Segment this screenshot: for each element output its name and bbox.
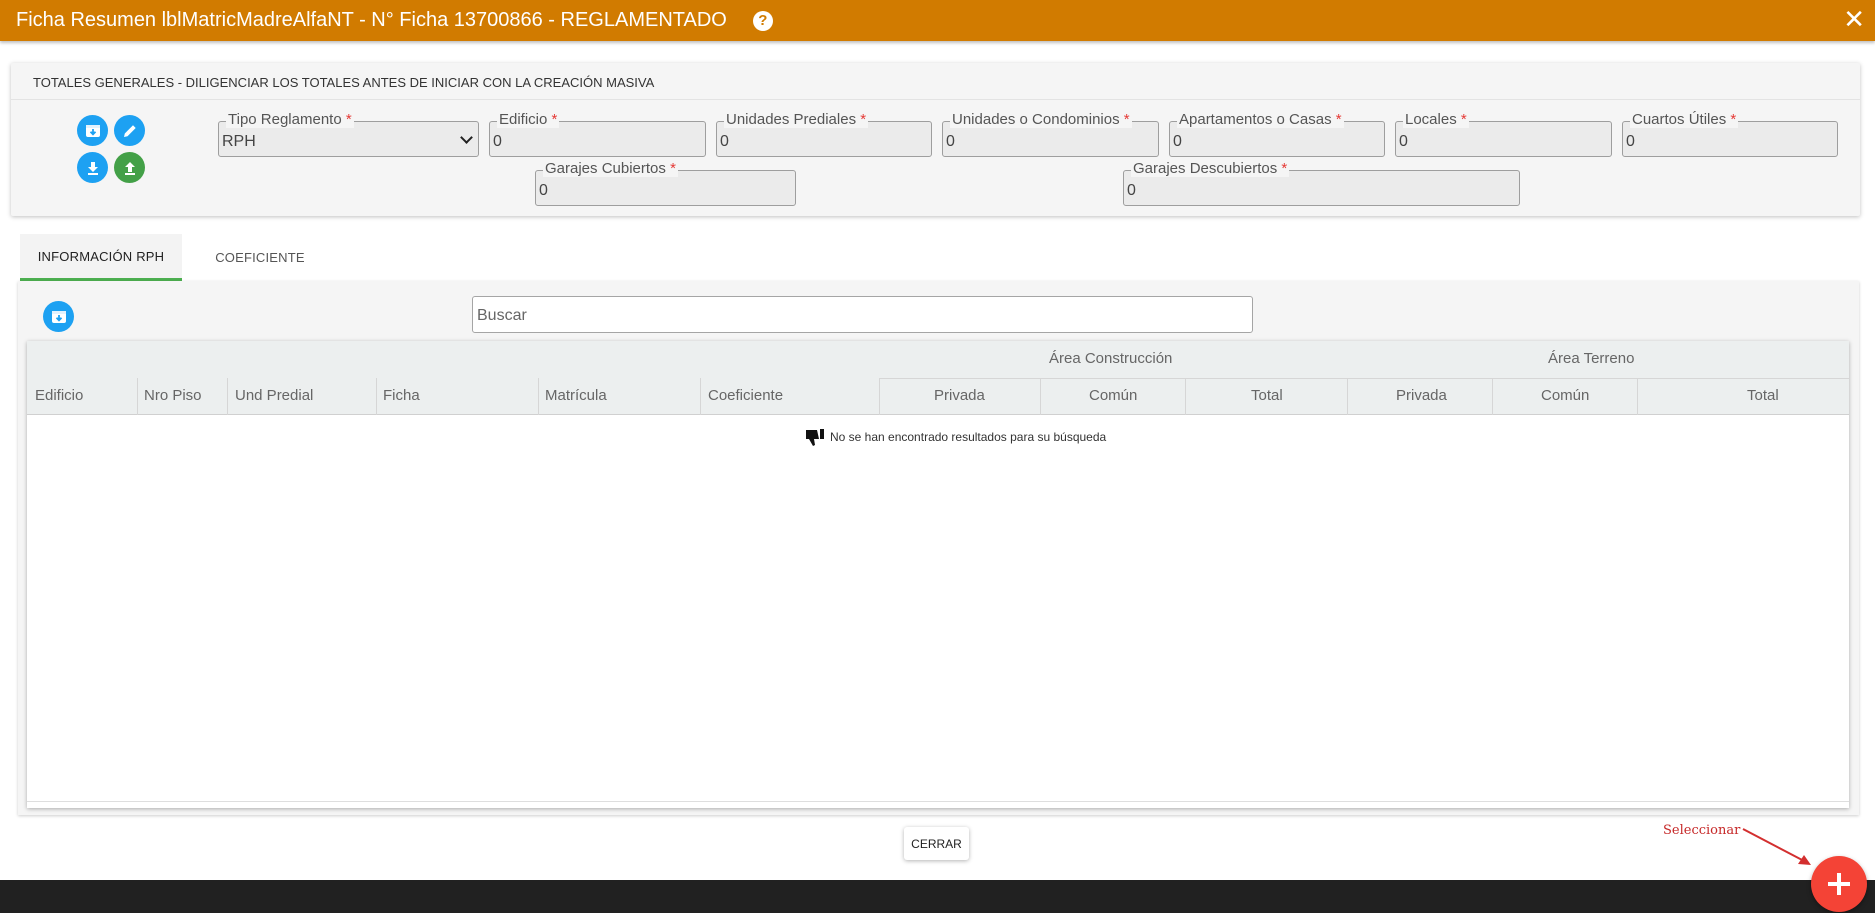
upload-file-button[interactable] — [114, 152, 145, 183]
col-terreno-total[interactable]: Total — [1747, 387, 1779, 404]
add-fab-button[interactable] — [1811, 856, 1867, 912]
required-mark: * — [551, 111, 558, 128]
results-table: Área Construcción Área Terreno Edificio … — [27, 341, 1849, 808]
required-mark: * — [860, 111, 867, 128]
help-icon[interactable]: ? — [752, 10, 773, 31]
unidades-prediales-label: Unidades Prediales — [726, 111, 857, 128]
totals-panel: TOTALES GENERALES - DILIGENCIAR LOS TOTA… — [11, 63, 1860, 216]
col-matricula[interactable]: Matrícula — [545, 387, 607, 404]
garajes-descubiertos-label: Garajes Descubiertos — [1133, 160, 1278, 177]
col-coeficiente[interactable]: Coeficiente — [708, 387, 783, 404]
garajes-cubiertos-field[interactable]: Garajes Cubiertos * 0 — [535, 160, 796, 206]
apartamentos-casas-label: Apartamentos o Casas — [1179, 111, 1332, 128]
pencil-icon — [123, 124, 136, 137]
annotation-arrow-icon — [1742, 828, 1811, 865]
export-button[interactable] — [43, 301, 74, 332]
required-mark: * — [1460, 111, 1467, 128]
required-mark: * — [345, 111, 352, 128]
edit-totals-button[interactable] — [114, 115, 145, 146]
cuartos-utiles-label: Cuartos Útiles — [1632, 111, 1727, 128]
bottom-bar — [0, 880, 1875, 913]
group-area-terreno: Área Terreno — [1548, 350, 1635, 367]
table-header: Área Construcción Área Terreno Edificio … — [27, 341, 1849, 415]
plus-icon — [1828, 873, 1850, 895]
col-und-predial[interactable]: Und Predial — [235, 387, 313, 404]
required-mark: * — [1281, 160, 1288, 177]
col-construccion-privada[interactable]: Privada — [934, 387, 985, 404]
title-bar: Ficha Resumen lblMatricMadreAlfaNT - N° … — [0, 0, 1875, 41]
edificio-label: Edificio — [499, 111, 548, 128]
locales-label: Locales — [1405, 111, 1457, 128]
required-mark: * — [1335, 111, 1342, 128]
garajes-descubiertos-field[interactable]: Garajes Descubiertos * 0 — [1123, 160, 1520, 206]
tab-coeficiente[interactable]: COEFICIENTE — [182, 234, 338, 281]
empty-results-text: No se han encontrado resultados para su … — [830, 430, 1107, 444]
required-mark: * — [1730, 111, 1737, 128]
close-button[interactable]: CERRAR — [904, 827, 969, 860]
edificio-field[interactable]: Edificio * 0 — [489, 111, 706, 157]
archive-icon — [85, 124, 100, 137]
totals-header: TOTALES GENERALES - DILIGENCIAR LOS TOTA… — [11, 63, 1860, 100]
unidades-prediales-field[interactable]: Unidades Prediales * 0 — [716, 111, 932, 157]
cuartos-utiles-field[interactable]: Cuartos Útiles * 0 — [1622, 111, 1838, 157]
required-mark: * — [670, 160, 676, 177]
close-icon[interactable]: ✕ — [1843, 4, 1865, 34]
unidades-condominios-label: Unidades o Condominios — [952, 111, 1120, 128]
thumbs-down-icon — [806, 429, 824, 446]
required-mark: * — [1123, 111, 1130, 128]
locales-field[interactable]: Locales * 0 — [1395, 111, 1612, 157]
apartamentos-casas-field[interactable]: Apartamentos o Casas * 0 — [1169, 111, 1385, 157]
tipo-reglamento-label: Tipo Reglamento — [228, 111, 342, 128]
search-input[interactable]: Buscar — [472, 296, 1253, 333]
save-totals-button[interactable] — [77, 115, 108, 146]
tab-informacion-rph[interactable]: INFORMACIÓN RPH — [20, 234, 182, 281]
unidades-condominios-field[interactable]: Unidades o Condominios * 0 — [942, 111, 1159, 157]
col-terreno-privada[interactable]: Privada — [1396, 387, 1447, 404]
archive-icon — [51, 310, 66, 323]
col-construccion-total[interactable]: Total — [1251, 387, 1283, 404]
garajes-cubiertos-label: Garajes Cubiertos — [545, 160, 666, 177]
col-construccion-comun[interactable]: Común — [1089, 387, 1137, 404]
col-edificio[interactable]: Edificio — [35, 387, 83, 404]
app-window: Ficha Resumen lblMatricMadreAlfaNT - N° … — [0, 0, 1875, 913]
download-icon — [87, 161, 98, 175]
col-ficha[interactable]: Ficha — [383, 387, 420, 404]
col-terreno-comun[interactable]: Común — [1541, 387, 1589, 404]
group-area-construccion: Área Construcción — [1049, 350, 1173, 367]
annotation-label: Seleccionar — [1663, 823, 1741, 838]
window-title: Ficha Resumen lblMatricMadreAlfaNT - N° … — [16, 9, 727, 31]
tipo-reglamento-select[interactable]: Tipo Reglamento * RPH — [218, 111, 479, 157]
download-template-button[interactable] — [77, 152, 108, 183]
upload-icon — [124, 161, 135, 175]
empty-results-message: No se han encontrado resultados para su … — [804, 426, 1106, 448]
col-nro-piso[interactable]: Nro Piso — [144, 387, 202, 404]
